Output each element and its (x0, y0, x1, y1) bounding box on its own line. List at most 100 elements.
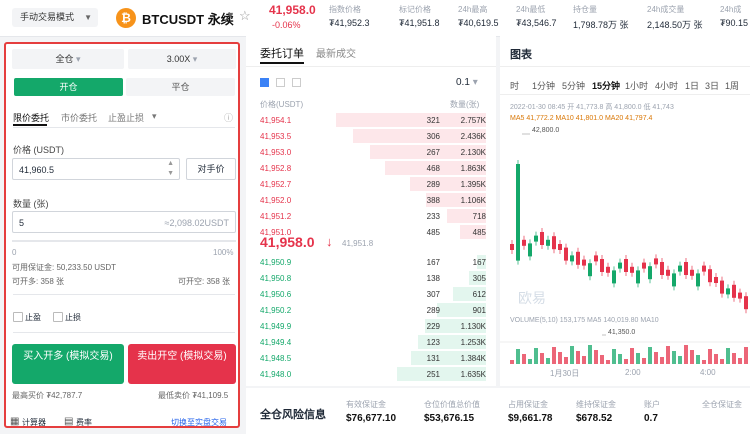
tab-tp-sl-order[interactable]: 止盈止损 (108, 111, 144, 124)
tf-1d[interactable]: 1日 (685, 79, 699, 92)
candle-body (594, 255, 598, 262)
volume-readout: VOLUME(5,10) 153,175 MA5 140,019.80 MA10 (510, 317, 659, 324)
quantity-slider-track[interactable] (12, 240, 236, 242)
ask-qty: 289 (426, 180, 440, 189)
tf-15m[interactable]: 15分钟 (592, 79, 620, 92)
tab-limit-order[interactable]: 限价委托 (13, 111, 49, 124)
volume-bar (690, 350, 694, 364)
ask-row[interactable]: 41,952.8 468 1.863K (246, 160, 496, 176)
volume-bar (618, 354, 622, 364)
tf-4h[interactable]: 4小时 (655, 79, 678, 92)
order-book: 委托订单 最新成交 0.1 ▾ 价格(USDT) 数量(张) 41,954.1 3… (246, 36, 496, 386)
tf-3d[interactable]: 3日 (705, 79, 719, 92)
tf-1m[interactable]: 1分钟 (532, 79, 555, 92)
bid-total: 1.130K (460, 322, 486, 331)
bid-row[interactable]: 41,949.9 229 1.130K (246, 318, 496, 334)
bid-row[interactable]: 41,950.2 289 901 (246, 302, 496, 318)
leverage-select[interactable]: 3.00X ▾ (128, 49, 236, 69)
rates-link[interactable]: 费率 (76, 417, 92, 428)
ask-row[interactable]: 41,953.5 306 2.436K (246, 128, 496, 144)
bid-qty: 131 (426, 354, 440, 363)
arrow-down-icon: ↓ (326, 234, 333, 249)
slider-max-label: 100% (213, 248, 234, 257)
bid-price: 41,950.9 (260, 258, 292, 267)
sell-open-short-button[interactable]: 卖出开空 (模拟交易) (128, 344, 236, 384)
tab-orders[interactable]: 委托订单 (260, 45, 304, 61)
tab-close-position[interactable]: 平仓 (126, 78, 235, 96)
bid-price: 41,949.4 (260, 338, 292, 347)
volume-bar (648, 347, 652, 364)
info-label: 有效保证金 (346, 400, 386, 409)
ask-price: 41,953.0 (260, 148, 292, 157)
tf-1h[interactable]: 1小时 (625, 79, 648, 92)
tf-5m[interactable]: 5分钟 (562, 79, 585, 92)
calculator-link[interactable]: 计算器 (22, 417, 46, 428)
candle-body (744, 296, 748, 310)
ask-qty: 388 (426, 196, 440, 205)
volume-bar (534, 348, 538, 364)
candle-body (684, 262, 688, 275)
ask-total: 1.863K (460, 164, 486, 173)
stop-loss-checkbox[interactable] (53, 312, 63, 322)
tab-market-order[interactable]: 市价委托 (61, 111, 97, 124)
price-input[interactable]: 41,960.5 ▲ ▼ (12, 158, 180, 180)
volume-bar (570, 346, 574, 364)
bid-row[interactable]: 41,948.0 251 1.635K (246, 366, 496, 382)
candlestick-chart[interactable] (500, 124, 750, 364)
tab-latest-trades[interactable]: 最新成交 (316, 45, 356, 60)
ask-row[interactable]: 41,954.1 321 2.757K (246, 112, 496, 128)
tf-time[interactable]: 时 (510, 79, 519, 92)
can-open-short: 可开空: 358 张 (178, 277, 231, 286)
candle-body (612, 270, 616, 284)
bid-price: 41,949.9 (260, 322, 292, 331)
ask-total: 1.106K (460, 196, 486, 205)
precision-select[interactable]: 0.1 ▾ (456, 77, 478, 88)
bid-qty: 251 (426, 370, 440, 379)
bid-row[interactable]: 41,950.9 167 167 (246, 254, 496, 270)
candle-body (522, 239, 526, 246)
tf-1w[interactable]: 1周 (725, 79, 739, 92)
book-view-bids-icon[interactable] (276, 78, 285, 87)
buy-open-long-button[interactable]: 买入开多 (模拟交易) (12, 344, 124, 384)
volume-bar (540, 353, 544, 364)
chevron-down-icon[interactable]: ▾ (152, 111, 157, 122)
divider (13, 332, 235, 333)
ask-row[interactable]: 41,952.0 388 1.106K (246, 192, 496, 208)
book-view-both-icon[interactable] (260, 78, 269, 87)
volume-bar (576, 351, 580, 364)
candle-body (642, 262, 646, 269)
calculator-icon[interactable]: ▦ (10, 416, 19, 427)
ask-qty: 267 (426, 148, 440, 157)
bid-price: 41,948.0 (260, 370, 292, 379)
info-icon[interactable]: ⓘ (224, 111, 233, 124)
switch-real-trading-link[interactable]: 切换至实盘交易 (171, 417, 227, 428)
ask-row[interactable]: 41,951.2 233 718 (246, 208, 496, 224)
candle-body (714, 277, 718, 283)
rates-icon[interactable]: ▤ (64, 416, 73, 427)
tab-open-position[interactable]: 开仓 (14, 78, 123, 96)
bid-row[interactable]: 41,950.8 138 305 (246, 270, 496, 286)
margin-mode-select[interactable]: 全仓 ▾ (12, 49, 124, 69)
favorite-star-icon[interactable]: ☆ (239, 8, 251, 24)
bid-row[interactable]: 41,950.6 307 612 (246, 286, 496, 302)
candle-body (726, 288, 730, 295)
trading-mode-dropdown[interactable]: 手动交易模式 ▼ (12, 8, 98, 27)
bid-price: 41,950.2 (260, 306, 292, 315)
ask-qty: 321 (426, 116, 440, 125)
volume-bar (558, 352, 562, 364)
bid-row[interactable]: 41,949.4 123 1.253K (246, 334, 496, 350)
bid-row[interactable]: 41,948.5 131 1.384K (246, 350, 496, 366)
counter-price-button[interactable]: 对手价 (186, 158, 236, 180)
pair-name[interactable]: BTCUSDT 永续 (142, 9, 234, 28)
book-view-asks-icon[interactable] (292, 78, 301, 87)
volume-bar (714, 354, 718, 364)
volume-bar (588, 345, 592, 364)
chevron-down-icon[interactable]: ▼ (226, 10, 235, 20)
quantity-input[interactable]: 5 ≈2,098.02USDT (12, 211, 236, 233)
risk-info-title: 全仓风险信息 (260, 409, 326, 421)
take-profit-checkbox[interactable] (13, 312, 23, 322)
ask-row[interactable]: 41,952.7 289 1.395K (246, 176, 496, 192)
volume-bar (744, 347, 748, 364)
ask-row[interactable]: 41,953.0 267 2.130K (246, 144, 496, 160)
ma-readout: MA5 41,772.2 MA10 41,801.0 MA20 41,797.4 (510, 115, 653, 122)
